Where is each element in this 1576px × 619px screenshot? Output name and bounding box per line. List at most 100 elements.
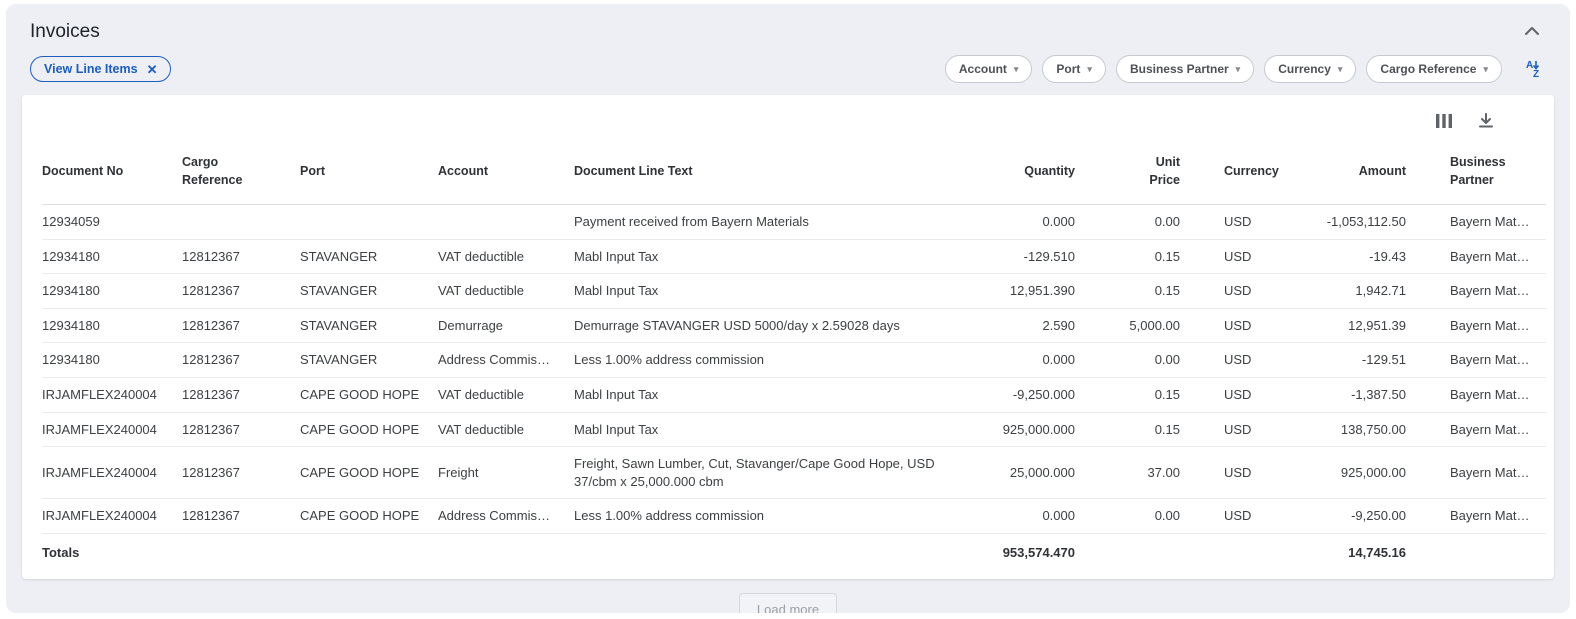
cell-business-partner: Bayern Materials <box>1420 274 1546 309</box>
cell-document-line-text: Less 1.00% address commission <box>574 343 984 378</box>
filter-label: Cargo Reference <box>1380 62 1476 76</box>
filter-account[interactable]: Account ▾ <box>945 55 1033 83</box>
cell-port: STAVANGER <box>300 308 438 343</box>
svg-text:Z: Z <box>1533 69 1539 78</box>
totals-currency <box>1194 533 1282 573</box>
cell-port: CAPE GOOD HOPE <box>300 377 438 412</box>
cell-document-no: 12934180 <box>42 308 182 343</box>
col-port[interactable]: Port <box>300 139 438 205</box>
cell-document-line-text: Payment received from Bayern Materials <box>574 205 984 240</box>
cell-port: CAPE GOOD HOPE <box>300 412 438 447</box>
cell-quantity: 2.590 <box>984 308 1089 343</box>
sort-alphabetical-button[interactable]: A Z <box>1520 56 1546 83</box>
cell-amount: 1,942.71 <box>1282 274 1420 309</box>
cell-document-line-text: Mabl Input Tax <box>574 377 984 412</box>
table-row[interactable]: 12934059 Payment received from Bayern Ma… <box>42 205 1546 240</box>
col-document-no[interactable]: Document No <box>42 139 182 205</box>
cell-currency: USD <box>1194 447 1282 499</box>
col-cargo-reference[interactable]: Cargo Reference <box>182 139 300 205</box>
filter-label: Account <box>959 62 1007 76</box>
filter-label: Business Partner <box>1130 62 1229 76</box>
cell-account: Demurrage <box>438 308 574 343</box>
filter-currency[interactable]: Currency ▾ <box>1264 55 1356 83</box>
cell-quantity: 925,000.000 <box>984 412 1089 447</box>
table-row[interactable]: 12934180 12812367 STAVANGER Demurrage De… <box>42 308 1546 343</box>
col-document-line-text[interactable]: Document Line Text <box>574 139 984 205</box>
table-header-row: Document No Cargo Reference Port Account… <box>42 139 1546 205</box>
filter-group: Account ▾ Port ▾ Business Partner ▾ Curr… <box>945 55 1546 83</box>
col-account[interactable]: Account <box>438 139 574 205</box>
cell-document-line-text: Mabl Input Tax <box>574 239 984 274</box>
table-row[interactable]: 12934180 12812367 STAVANGER VAT deductib… <box>42 239 1546 274</box>
table-row[interactable]: IRJAMFLEX240004 12812367 CAPE GOOD HOPE … <box>42 412 1546 447</box>
cell-quantity: 25,000.000 <box>984 447 1089 499</box>
filter-label: Port <box>1056 62 1080 76</box>
cell-unit-price: 37.00 <box>1089 447 1194 499</box>
invoices-page: Invoices View Line Items ✕ Account ▾ Por… <box>6 4 1570 613</box>
load-more-button[interactable]: Load more <box>739 593 837 613</box>
col-business-partner[interactable]: Business Partner <box>1420 139 1546 205</box>
table-row[interactable]: 12934180 12812367 STAVANGER VAT deductib… <box>42 274 1546 309</box>
cell-amount: 12,951.39 <box>1282 308 1420 343</box>
cell-port: STAVANGER <box>300 239 438 274</box>
download-icon <box>1478 113 1494 131</box>
close-icon[interactable]: ✕ <box>147 63 158 76</box>
cell-account: VAT deductible <box>438 412 574 447</box>
cell-cargo-reference: 12812367 <box>182 412 300 447</box>
cell-document-no: 12934180 <box>42 343 182 378</box>
chevron-down-icon: ▾ <box>1087 65 1092 74</box>
cell-currency: USD <box>1194 308 1282 343</box>
chevron-down-icon: ▾ <box>1236 65 1241 74</box>
totals-row: Totals 953,574.470 14,745.16 <box>42 533 1546 573</box>
cell-business-partner: Bayern Materials <box>1420 412 1546 447</box>
col-currency[interactable]: Currency <box>1194 139 1282 205</box>
table-actions <box>42 107 1534 139</box>
cell-amount: -9,250.00 <box>1282 499 1420 534</box>
collapse-section-button[interactable] <box>1520 20 1544 43</box>
col-unit-price[interactable]: Unit Price <box>1089 139 1194 205</box>
cell-cargo-reference: 12812367 <box>182 377 300 412</box>
col-amount[interactable]: Amount <box>1282 139 1420 205</box>
page-title: Invoices <box>30 21 100 43</box>
filter-business-partner[interactable]: Business Partner ▾ <box>1116 55 1254 83</box>
view-line-items-chip[interactable]: View Line Items ✕ <box>30 56 171 82</box>
cell-unit-price: 0.15 <box>1089 377 1194 412</box>
table-row[interactable]: IRJAMFLEX240004 12812367 CAPE GOOD HOPE … <box>42 377 1546 412</box>
cell-unit-price: 0.15 <box>1089 239 1194 274</box>
totals-unit-price <box>1089 533 1194 573</box>
cell-cargo-reference <box>182 205 300 240</box>
cell-account: VAT deductible <box>438 274 574 309</box>
cell-unit-price: 0.00 <box>1089 499 1194 534</box>
cell-account: VAT deductible <box>438 239 574 274</box>
chevron-up-icon <box>1524 24 1540 39</box>
cell-cargo-reference: 12812367 <box>182 239 300 274</box>
cell-document-line-text: Mabl Input Tax <box>574 412 984 447</box>
cell-currency: USD <box>1194 274 1282 309</box>
chevron-down-icon: ▾ <box>1483 65 1488 74</box>
invoices-table-card: Document No Cargo Reference Port Account… <box>22 95 1554 579</box>
cell-document-no: IRJAMFLEX240004 <box>42 377 182 412</box>
cell-document-line-text: Demurrage STAVANGER USD 5000/day x 2.590… <box>574 308 984 343</box>
cell-cargo-reference: 12812367 <box>182 343 300 378</box>
cell-document-line-text: Freight, Sawn Lumber, Cut, Stavanger/Cap… <box>574 447 984 499</box>
view-columns-button[interactable] <box>1434 112 1454 133</box>
col-quantity[interactable]: Quantity <box>984 139 1089 205</box>
filter-cargo-reference[interactable]: Cargo Reference ▾ <box>1366 55 1502 83</box>
cell-quantity: 0.000 <box>984 205 1089 240</box>
download-button[interactable] <box>1476 111 1496 133</box>
table-row[interactable]: 12934180 12812367 STAVANGER Address Comm… <box>42 343 1546 378</box>
cell-account: VAT deductible <box>438 377 574 412</box>
toolbar: View Line Items ✕ Account ▾ Port ▾ Busin… <box>6 49 1570 93</box>
filter-port[interactable]: Port ▾ <box>1042 55 1106 83</box>
cell-business-partner: Bayern Materials <box>1420 447 1546 499</box>
cell-port <box>300 205 438 240</box>
totals-label: Totals <box>42 533 984 573</box>
cell-business-partner: Bayern Materials <box>1420 377 1546 412</box>
cell-currency: USD <box>1194 205 1282 240</box>
cell-cargo-reference: 12812367 <box>182 499 300 534</box>
table-row[interactable]: IRJAMFLEX240004 12812367 CAPE GOOD HOPE … <box>42 447 1546 499</box>
cell-currency: USD <box>1194 499 1282 534</box>
cell-document-no: IRJAMFLEX240004 <box>42 412 182 447</box>
cell-account: Address Commis… <box>438 343 574 378</box>
table-row[interactable]: IRJAMFLEX240004 12812367 CAPE GOOD HOPE … <box>42 499 1546 534</box>
